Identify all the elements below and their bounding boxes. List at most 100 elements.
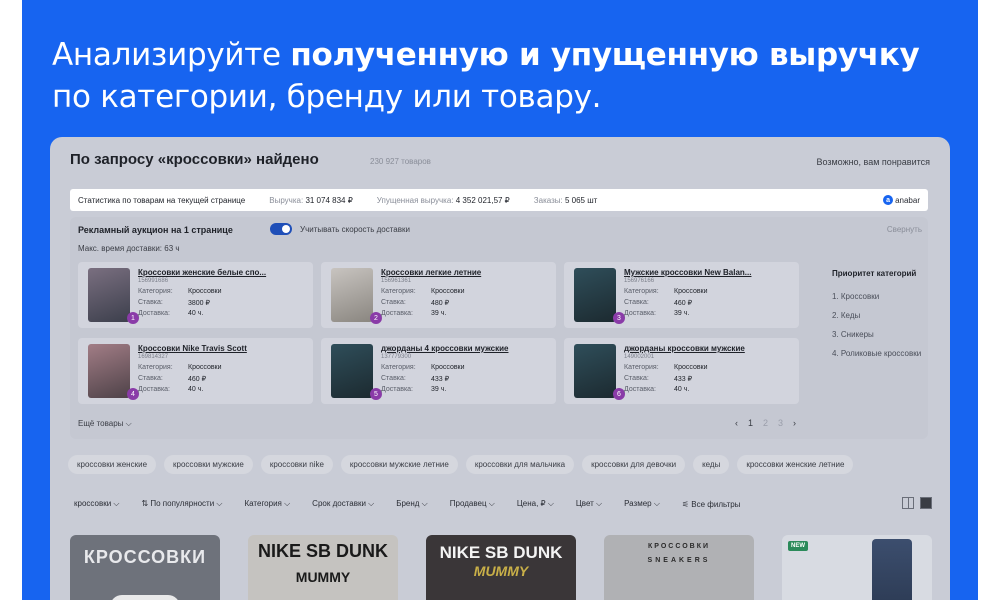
stats-label: Статистика по товарам на текущей страниц… (78, 195, 246, 205)
collapse-button[interactable]: Свернуть (887, 225, 922, 234)
delivery-row: Доставка: 39 ч. (381, 310, 447, 317)
revenue-label: Выручка: (269, 195, 304, 205)
query-chip[interactable]: кроссовки женские летние (737, 455, 854, 474)
query-chip[interactable]: кроссовки мужские летние (340, 455, 458, 474)
product-tile[interactable]: NIKE SB DUNK MUMMY (426, 535, 576, 600)
new-badge: NEW (788, 541, 808, 551)
delivery-row: Доставка: 40 ч. (138, 386, 204, 393)
product-tile[interactable]: NEW (782, 535, 932, 600)
priority-title: Приоритет категорий (832, 269, 917, 278)
tile-subtitle: MUMMY (473, 563, 529, 579)
category-row: Категория: Кроссовки (624, 364, 708, 371)
delivery-row: Доставка: 39 ч. (381, 386, 447, 393)
bid-row: Ставка: 433 ₽ (624, 375, 693, 383)
product-sku: 137779300 (381, 354, 412, 360)
filter-size[interactable]: Размер ⌵ (624, 499, 660, 509)
lost-revenue-label: Упущенная выручка: (376, 195, 454, 205)
tile-subtitle: SNEAKERS (647, 557, 711, 564)
model-image (872, 539, 912, 600)
product-tile[interactable]: КРОССОВКИ SNEAKERS (604, 535, 754, 600)
product-thumbnail[interactable]: 4 (88, 344, 139, 400)
category-priority: Приоритет категорий 1. Кроссовки 2. Кеды… (832, 269, 922, 366)
headline: Анализируйте полученную и упущенную выру… (52, 34, 920, 118)
pager-prev-button[interactable]: ‹ (735, 418, 738, 428)
product-thumbnail[interactable]: 2 (331, 268, 382, 324)
product-thumbnail[interactable]: 5 (331, 344, 382, 400)
ad-product-card[interactable]: 4 Кроссовки Nike Travis Scott 169814327 Кат… (78, 338, 313, 404)
priority-item: 4. Роликовые кроссовки (832, 349, 922, 358)
grid-small-icon[interactable] (902, 497, 914, 509)
priority-item: 2. Кеды (832, 311, 861, 320)
filter-seller[interactable]: Продавец ⌵ (450, 499, 495, 509)
category-row: Категория: Кроссовки (138, 364, 222, 371)
product-sku: 156961361 (381, 278, 412, 284)
query-chip[interactable]: кроссовки мужские (164, 455, 253, 474)
category-row: Категория: Кроссовки (381, 364, 465, 371)
tile-title: NIKE SB DUNK (257, 541, 388, 561)
query-chip[interactable]: кроссовки nike (260, 455, 333, 474)
bid-row: Ставка: 460 ₽ (138, 375, 207, 383)
bid-row: Ставка: 3800 ₽ (138, 299, 210, 307)
product-sku: 156976166 (624, 278, 655, 284)
query-chip[interactable]: кроссовки для мальчика (465, 455, 575, 474)
filter-category[interactable]: Категория ⌵ (244, 499, 290, 509)
product-tile[interactable]: КРОССОВКИ (70, 535, 220, 600)
marketplace-panel: По запросу «кроссовки» найдено 230 927 т… (50, 137, 950, 600)
filter-all[interactable]: ⚟ Все фильтры (682, 500, 741, 509)
filter-price[interactable]: Цена, ₽ ⌵ (517, 499, 554, 509)
maybe-like-link[interactable]: Возможно, вам понравится (816, 157, 930, 167)
orders-value: 5 065 шт (564, 195, 598, 205)
more-products-button[interactable]: Ещё товары ⌵ (78, 419, 132, 429)
pager-next-button[interactable]: › (793, 418, 796, 428)
query-chip[interactable]: кеды (693, 455, 730, 474)
product-thumbnail[interactable]: 1 (88, 268, 139, 324)
chevron-down-icon: ⌵ (125, 419, 132, 428)
product-sku: 156991686 (138, 278, 169, 284)
product-name-link[interactable]: джорданы кроссовки мужские (624, 344, 745, 353)
search-count: 230 927 товаров (370, 157, 431, 166)
product-name-link[interactable]: джорданы 4 кроссовки мужские (381, 344, 508, 353)
toggle-label: Учитывать скорость доставки (300, 225, 410, 234)
category-row: Категория: Кроссовки (138, 288, 222, 295)
query-chip[interactable]: кроссовки для девочки (582, 455, 686, 474)
delivery-speed-toggle[interactable] (270, 223, 292, 235)
pager-page-2[interactable]: 2 (763, 418, 768, 428)
tile-title: КРОССОВКИ (83, 547, 207, 567)
pager-page-1[interactable]: 1 (748, 418, 753, 428)
bid-row: Ставка: 433 ₽ (381, 375, 450, 383)
query-chip[interactable]: кроссовки женские (68, 455, 157, 474)
delivery-row: Доставка: 40 ч. (624, 386, 690, 393)
brand-logo[interactable]: a anabar (883, 195, 920, 205)
filter-color[interactable]: Цвет ⌵ (576, 499, 602, 509)
pagination: ‹ 1 2 3 › (735, 418, 796, 428)
ad-product-card[interactable]: 6 джорданы кроссовки мужские 149002001 Кате… (564, 338, 799, 404)
delivery-row: Доставка: 40 ч. (138, 310, 204, 317)
max-delivery-time: Макс. время доставки: 63 ч (78, 244, 180, 253)
ad-product-card[interactable]: 5 джорданы 4 кроссовки мужские 137779300 Ка… (321, 338, 556, 404)
lost-revenue-value: 4 352 021,57 ₽ (455, 195, 510, 205)
filter-delivery[interactable]: Срок доставки ⌵ (312, 499, 374, 509)
product-name-link[interactable]: Кроссовки женские белые спо... (138, 268, 266, 277)
product-thumbnail[interactable]: 6 (574, 344, 625, 400)
pager-page-3[interactable]: 3 (778, 418, 783, 428)
product-name-link[interactable]: Мужские кроссовки New Balan... (624, 268, 751, 277)
ad-product-card[interactable]: 3 Мужские кроссовки New Balan... 156976166… (564, 262, 799, 328)
brand-name: anabar (895, 195, 920, 205)
headline-bold: полученную и упущенную выручку (290, 37, 920, 73)
product-sku: 149002001 (624, 354, 655, 360)
priority-item: 1. Кроссовки (832, 292, 880, 301)
ad-product-card[interactable]: 1 Кроссовки женские белые спо... 156991686… (78, 262, 313, 328)
filter-brand[interactable]: Бренд ⌵ (396, 499, 428, 509)
product-name-link[interactable]: Кроссовки легкие летние (381, 268, 481, 277)
revenue-value: 31 074 834 ₽ (305, 195, 353, 205)
product-name-link[interactable]: Кроссовки Nike Travis Scott (138, 344, 247, 353)
shoe-image (110, 595, 180, 600)
bid-row: Ставка: 480 ₽ (381, 299, 450, 307)
product-tile[interactable]: NIKE SB DUNK MUMMY (248, 535, 398, 600)
filter-category-query[interactable]: кроссовки ⌵ (74, 499, 119, 509)
grid-large-icon[interactable] (920, 497, 932, 509)
product-thumbnail[interactable]: 3 (574, 268, 625, 324)
filter-sort[interactable]: ⇅ По популярности ⌵ (141, 499, 222, 509)
ad-product-card[interactable]: 2 Кроссовки легкие летние 156961361 Категор… (321, 262, 556, 328)
tile-title: NIKE SB DUNK (439, 543, 563, 562)
